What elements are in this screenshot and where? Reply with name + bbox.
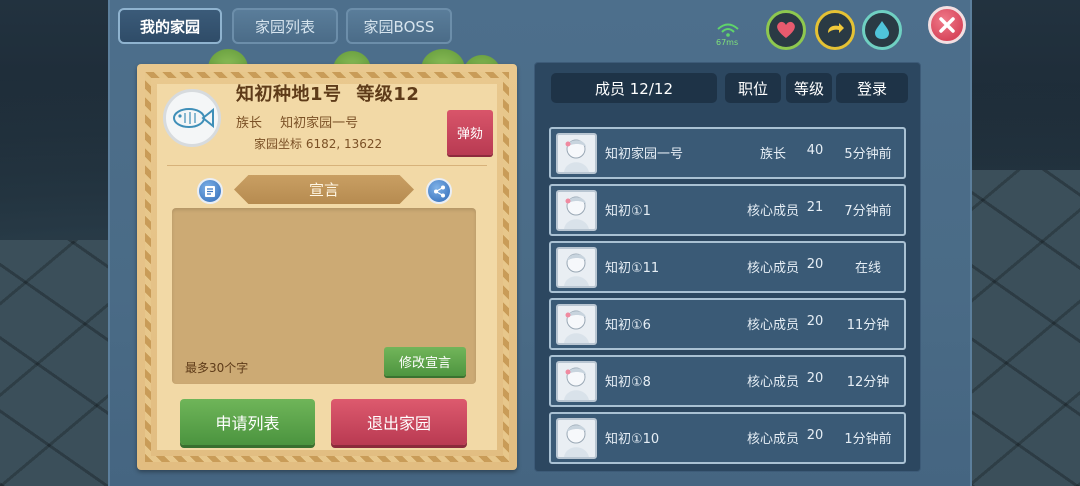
member-rank: 核心成员 (746, 318, 799, 333)
member-name: 知初①10 (605, 432, 660, 447)
member-rank: 核心成员 (746, 375, 799, 390)
member-name: 知初①6 (605, 318, 651, 333)
member-name: 知初①11 (605, 261, 660, 276)
member-row[interactable]: 知初家园一号 族长 40 5分钟前 (549, 127, 906, 179)
member-login: 11分钟 (846, 318, 890, 333)
members-count-header: 成员 12/12 (551, 73, 717, 103)
member-login: 1分钟前 (844, 432, 892, 447)
close-icon (939, 17, 955, 33)
member-name: 知初家园一号 (605, 147, 684, 162)
notepad-icon[interactable] (197, 178, 223, 204)
declaration-banner: 宣言 (234, 175, 414, 204)
max-chars-hint: 最多30个字 (185, 361, 249, 375)
tab-home-list[interactable]: 家园列表 (232, 8, 338, 44)
member-row[interactable]: 知初①10 核心成员 20 1分钟前 (549, 412, 906, 464)
home-title: 知初种地1号 等级12 (236, 80, 419, 106)
tab-my-home[interactable]: 我的家园 (118, 8, 222, 44)
member-row[interactable]: 知初①1 核心成员 21 7分钟前 (549, 184, 906, 236)
leader-info: 族长 知初家园一号 (236, 112, 358, 131)
login-column-header[interactable]: 登录 (836, 73, 908, 103)
avatar (556, 418, 597, 459)
leader-label: 族长 (236, 116, 263, 131)
member-rank: 核心成员 (746, 204, 799, 219)
member-row[interactable]: 知初①6 核心成员 20 11分钟 (549, 298, 906, 350)
member-rank: 核心成员 (746, 432, 799, 447)
rank-column-header[interactable]: 职位 (725, 73, 781, 103)
leader-name: 知初家园一号 (280, 116, 359, 131)
water-drop-icon[interactable] (862, 10, 902, 50)
member-rank: 族长 (759, 147, 786, 162)
member-login: 5分钟前 (844, 147, 892, 162)
avatar (556, 361, 597, 402)
member-login: 在线 (854, 261, 881, 276)
close-button[interactable] (928, 6, 966, 44)
member-level: 20 (806, 314, 824, 329)
home-level: 等级12 (356, 84, 420, 105)
floor-tiles-left (0, 240, 112, 486)
share-icon[interactable] (426, 178, 452, 204)
declaration-title: 宣言 (308, 181, 339, 199)
level-column-header[interactable]: 等级 (786, 73, 832, 103)
member-level: 21 (806, 200, 824, 215)
ping-text: 67ms (716, 38, 739, 47)
member-rank: 核心成员 (746, 261, 799, 276)
member-level: 20 (806, 428, 824, 443)
swap-arrow-icon[interactable] (815, 10, 855, 50)
member-login: 7分钟前 (844, 204, 892, 219)
heart-icon[interactable] (766, 10, 806, 50)
member-row[interactable]: 知初①8 核心成员 20 12分钟 (549, 355, 906, 407)
impeach-button[interactable]: 弹劾 (447, 110, 493, 155)
avatar (556, 304, 597, 345)
divider (167, 165, 487, 166)
exit-home-button[interactable]: 退出家园 (331, 399, 467, 445)
apply-list-button[interactable]: 申请列表 (180, 399, 315, 445)
modify-declaration-button[interactable]: 修改宣言 (384, 347, 466, 376)
fish-emblem-icon (163, 89, 221, 147)
member-name: 知初①8 (605, 375, 651, 390)
avatar (556, 247, 597, 288)
member-name: 知初①1 (605, 204, 651, 219)
floor-tiles-right (970, 170, 1080, 486)
member-level: 20 (806, 257, 824, 272)
home-coords: 家园坐标 6182, 13622 (254, 137, 383, 151)
avatar (556, 190, 597, 231)
member-login: 12分钟 (846, 375, 890, 390)
member-level: 40 (806, 143, 824, 158)
home-name: 知初种地1号 (236, 84, 342, 105)
avatar (556, 133, 597, 174)
member-row[interactable]: 知初①11 核心成员 20 在线 (549, 241, 906, 293)
tab-home-boss[interactable]: 家园BOSS (346, 8, 452, 44)
member-level: 20 (806, 371, 824, 386)
